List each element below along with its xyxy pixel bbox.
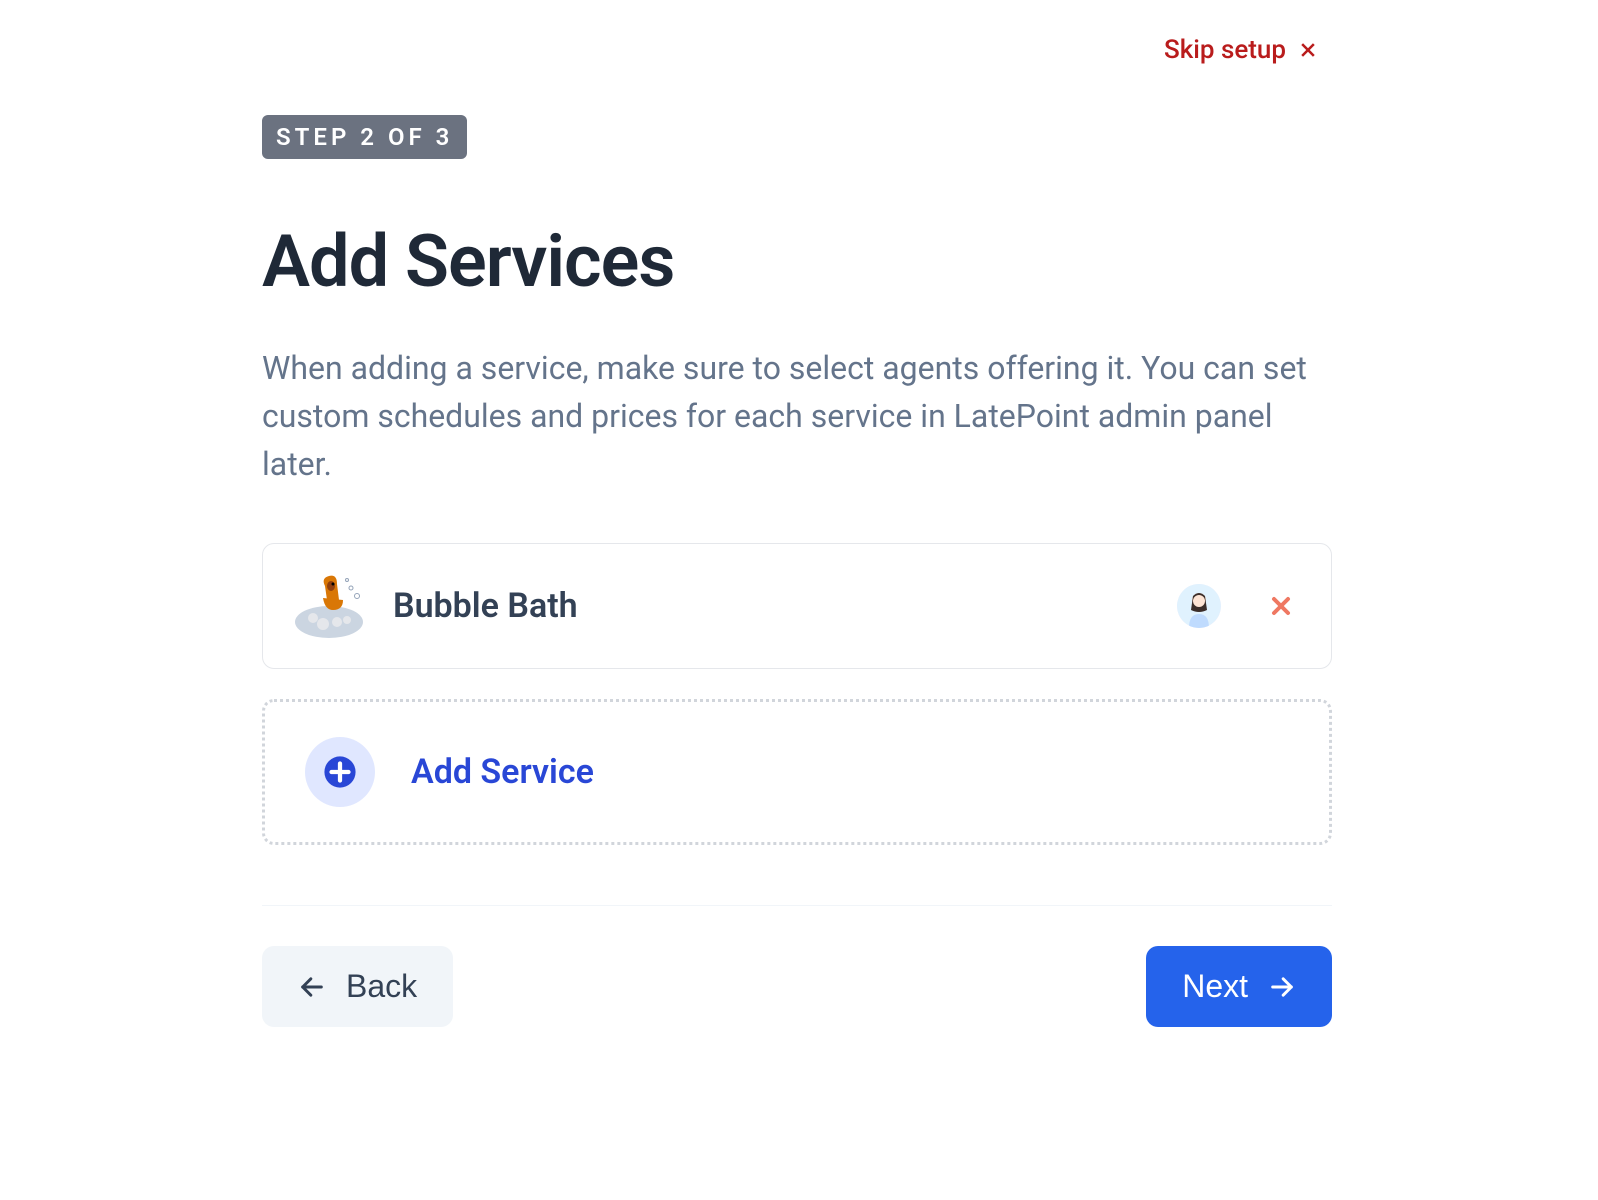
agent-avatar[interactable] (1177, 584, 1221, 628)
plus-circle-icon (305, 737, 375, 807)
step-badge: STEP 2 OF 3 (262, 115, 467, 159)
page-title: Add Services (262, 219, 1332, 304)
divider (262, 905, 1332, 906)
dog-bath-icon (293, 570, 365, 642)
skip-setup-button[interactable]: Skip setup (1164, 35, 1318, 65)
arrow-right-icon (1268, 973, 1296, 1001)
service-card[interactable]: Bubble Bath (262, 543, 1332, 669)
arrow-left-icon (298, 973, 326, 1001)
page-description: When adding a service, make sure to sele… (262, 344, 1332, 488)
footer-actions: Back Next (262, 946, 1332, 1027)
skip-setup-label: Skip setup (1164, 35, 1286, 65)
add-service-label: Add Service (411, 752, 594, 792)
next-label: Next (1182, 968, 1248, 1005)
service-name: Bubble Bath (393, 586, 1149, 626)
remove-service-button[interactable] (1269, 594, 1293, 618)
back-label: Back (346, 968, 417, 1005)
close-icon (1298, 40, 1318, 60)
wizard-container: STEP 2 OF 3 Add Services When adding a s… (262, 115, 1332, 1027)
add-service-button[interactable]: Add Service (262, 699, 1332, 845)
back-button[interactable]: Back (262, 946, 453, 1027)
next-button[interactable]: Next (1146, 946, 1332, 1027)
